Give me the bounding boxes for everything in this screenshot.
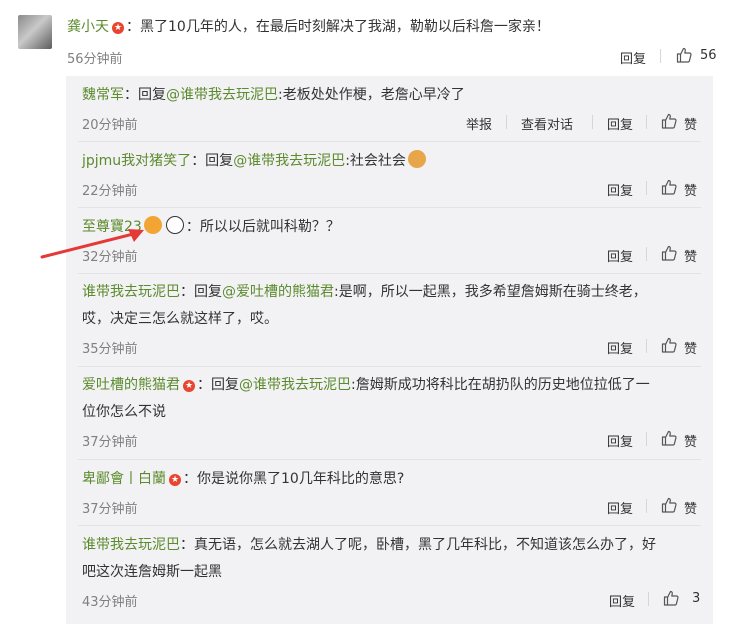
reply-text-line-2: 吧这次连詹姆斯一起黑: [82, 564, 222, 580]
like-button[interactable]: 赞: [684, 338, 697, 357]
username-link[interactable]: 龚小天: [67, 19, 109, 35]
divider: [646, 247, 647, 261]
divider: [506, 115, 507, 129]
panda-badge-icon: [165, 216, 184, 234]
replies-panel: 魏常军：回复@谁带我去玩泥巴:老板处处作梗，老詹心早冷了 20分钟前 举报 查看…: [66, 76, 713, 624]
star-badge-icon: ★: [169, 474, 181, 486]
timestamp: 43分钟前: [82, 595, 138, 610]
timestamp: 22分钟前: [82, 184, 138, 199]
thumbs-up-icon[interactable]: [661, 497, 677, 513]
like-button[interactable]: 赞: [684, 498, 697, 517]
thumbs-up-icon[interactable]: [661, 179, 677, 195]
thumbs-up-icon[interactable]: [663, 590, 679, 606]
reply-button[interactable]: 回复: [607, 338, 633, 357]
comment-thread: 龚小天 ★ ：黑了10几年的人，在最后时刻解决了我湖，勒勒以后科詹一家亲！ 56分钟…: [0, 0, 729, 624]
username-link[interactable]: 爱吐槽的熊猫君: [82, 377, 180, 393]
mention-link[interactable]: @谁带我去玩泥巴: [239, 377, 351, 393]
username-link[interactable]: 魏常军: [82, 87, 124, 103]
like-count: 3: [692, 591, 701, 606]
reply-prefix: ：回复: [180, 284, 222, 300]
star-badge-icon: ★: [112, 22, 124, 34]
reply-prefix: ：回复: [191, 153, 234, 169]
timestamp: 35分钟前: [82, 342, 138, 357]
thumbs-up-icon[interactable]: [661, 245, 677, 261]
reply-button[interactable]: 回复: [620, 48, 646, 67]
star-badge-icon: ★: [183, 380, 195, 392]
username-link[interactable]: 谁带我去玩泥巴: [82, 284, 180, 300]
like-button[interactable]: 赞: [684, 180, 697, 199]
reply-text: :老板处处作梗，老詹心早冷了: [278, 87, 465, 103]
mention-link[interactable]: @爱吐槽的熊猫君: [222, 284, 334, 300]
divider: [646, 339, 647, 353]
username-link[interactable]: jpjmu我对猪笑了: [82, 153, 191, 169]
reply-prefix: ：回复: [197, 377, 239, 393]
thumbs-up-icon[interactable]: [661, 113, 677, 129]
reply-item: 魏常军：回复@谁带我去玩泥巴:老板处处作梗，老詹心早冷了 20分钟前 举报 查看…: [66, 76, 713, 142]
mention-link[interactable]: @谁带我去玩泥巴: [233, 153, 345, 169]
reply-item: 至尊寶23 ：所以以后就叫科勒？？ 32分钟前 回复 赞: [66, 208, 713, 274]
divider: [646, 432, 647, 446]
reply-text-line: 谁带我去玩泥巴：回复@爱吐槽的熊猫君:是啊，所以一起黑，我多希望詹姆斯在骑士终老…: [82, 279, 697, 306]
divider: [646, 115, 647, 129]
reply-text: ：所以以后就叫科勒？？: [185, 219, 340, 235]
comment-text: ：黑了10几年的人，在最后时刻解决了我湖，勒勒以后科詹一家亲！: [126, 19, 550, 35]
avatar[interactable]: [18, 15, 52, 49]
reply-item: 爱吐槽的熊猫君 ★ ：回复@谁带我去玩泥巴:詹姆斯成功将科比在胡扔队的历史地位拉低了…: [66, 367, 713, 460]
reply-button[interactable]: 回复: [607, 114, 633, 133]
reply-item: 卑鄙會丨白蘭 ★ ：你是说你黑了10几年科比的意思? 37分钟前 回复 赞: [66, 460, 713, 526]
reply-text-line: jpjmu我对猪笑了：回复@谁带我去玩泥巴:社会社会: [82, 148, 697, 175]
like-count: 56: [700, 48, 717, 63]
thumbs-up-icon[interactable]: [661, 430, 677, 446]
reply-item: jpjmu我对猪笑了：回复@谁带我去玩泥巴:社会社会 22分钟前 回复 赞: [66, 142, 713, 208]
divider: [646, 181, 647, 195]
timestamp: 56分钟前: [67, 52, 123, 67]
reply-text: ：你是说你黑了10几年科比的意思?: [183, 471, 405, 487]
divider: [648, 592, 649, 606]
username-link[interactable]: 谁带我去玩泥巴: [82, 537, 180, 553]
reply-text-line: 谁带我去玩泥巴：真无语，怎么就去湖人了呢，卧槽，黑了几年科比，不知道该怎么办了，…: [82, 532, 697, 559]
reply-item: 谁带我去玩泥巴：真无语，怎么就去湖人了呢，卧槽，黑了几年科比，不知道该怎么办了，…: [66, 526, 713, 624]
thumbs-up-icon[interactable]: [661, 337, 677, 353]
reply-item: 谁带我去玩泥巴：回复@爱吐槽的熊猫君:是啊，所以一起黑，我多希望詹姆斯在骑士终老…: [66, 274, 713, 367]
like-button[interactable]: 赞: [684, 431, 697, 450]
reply-text-line: 至尊寶23 ：所以以后就叫科勒？？: [82, 214, 697, 241]
reply-prefix: ：回复: [124, 87, 166, 103]
cat-emoji-icon: [407, 150, 426, 168]
like-button[interactable]: 赞: [684, 114, 697, 133]
report-button[interactable]: 举报: [466, 114, 492, 133]
annotation-arrow-icon: [40, 229, 144, 259]
timestamp: 37分钟前: [82, 502, 138, 517]
like-button[interactable]: 赞: [684, 246, 697, 265]
username-link[interactable]: 卑鄙會丨白蘭: [82, 471, 166, 487]
view-conversation-button[interactable]: 查看对话: [521, 114, 573, 133]
reply-text: :是啊，所以一起黑，我多希望詹姆斯在骑士终老，: [334, 284, 647, 300]
reply-text-line: 卑鄙會丨白蘭 ★ ：你是说你黑了10几年科比的意思?: [82, 466, 697, 493]
reply-text: ：真无语，怎么就去湖人了呢，卧槽，黑了几年科比，不知道该怎么办了，好: [180, 537, 656, 553]
main-comment-text-line: 龚小天 ★ ：黑了10几年的人，在最后时刻解决了我湖，勒勒以后科詹一家亲！: [67, 16, 550, 36]
reply-button[interactable]: 回复: [607, 431, 633, 450]
reply-text-line: 魏常军：回复@谁带我去玩泥巴:老板处处作梗，老詹心早冷了: [82, 82, 697, 109]
reply-text-line-2: 位你怎么不说: [82, 404, 166, 420]
reply-button[interactable]: 回复: [607, 246, 633, 265]
divider: [646, 499, 647, 513]
thumbs-up-icon[interactable]: [676, 47, 692, 63]
reply-button[interactable]: 回复: [607, 498, 633, 517]
timestamp: 37分钟前: [82, 435, 138, 450]
reply-text-line-2: 哎，决定三怎么就这样了，哎。: [82, 311, 278, 327]
reply-text: :社会社会: [345, 153, 406, 169]
divider: [660, 49, 661, 63]
reply-button[interactable]: 回复: [607, 180, 633, 199]
reply-button[interactable]: 回复: [609, 591, 635, 610]
mention-link[interactable]: @谁带我去玩泥巴: [166, 87, 278, 103]
reply-text: :詹姆斯成功将科比在胡扔队的历史地位拉低了一: [351, 377, 650, 393]
divider: [592, 115, 593, 129]
reply-text-line: 爱吐槽的熊猫君 ★ ：回复@谁带我去玩泥巴:詹姆斯成功将科比在胡扔队的历史地位拉低了…: [82, 372, 697, 399]
timestamp: 20分钟前: [82, 118, 138, 133]
